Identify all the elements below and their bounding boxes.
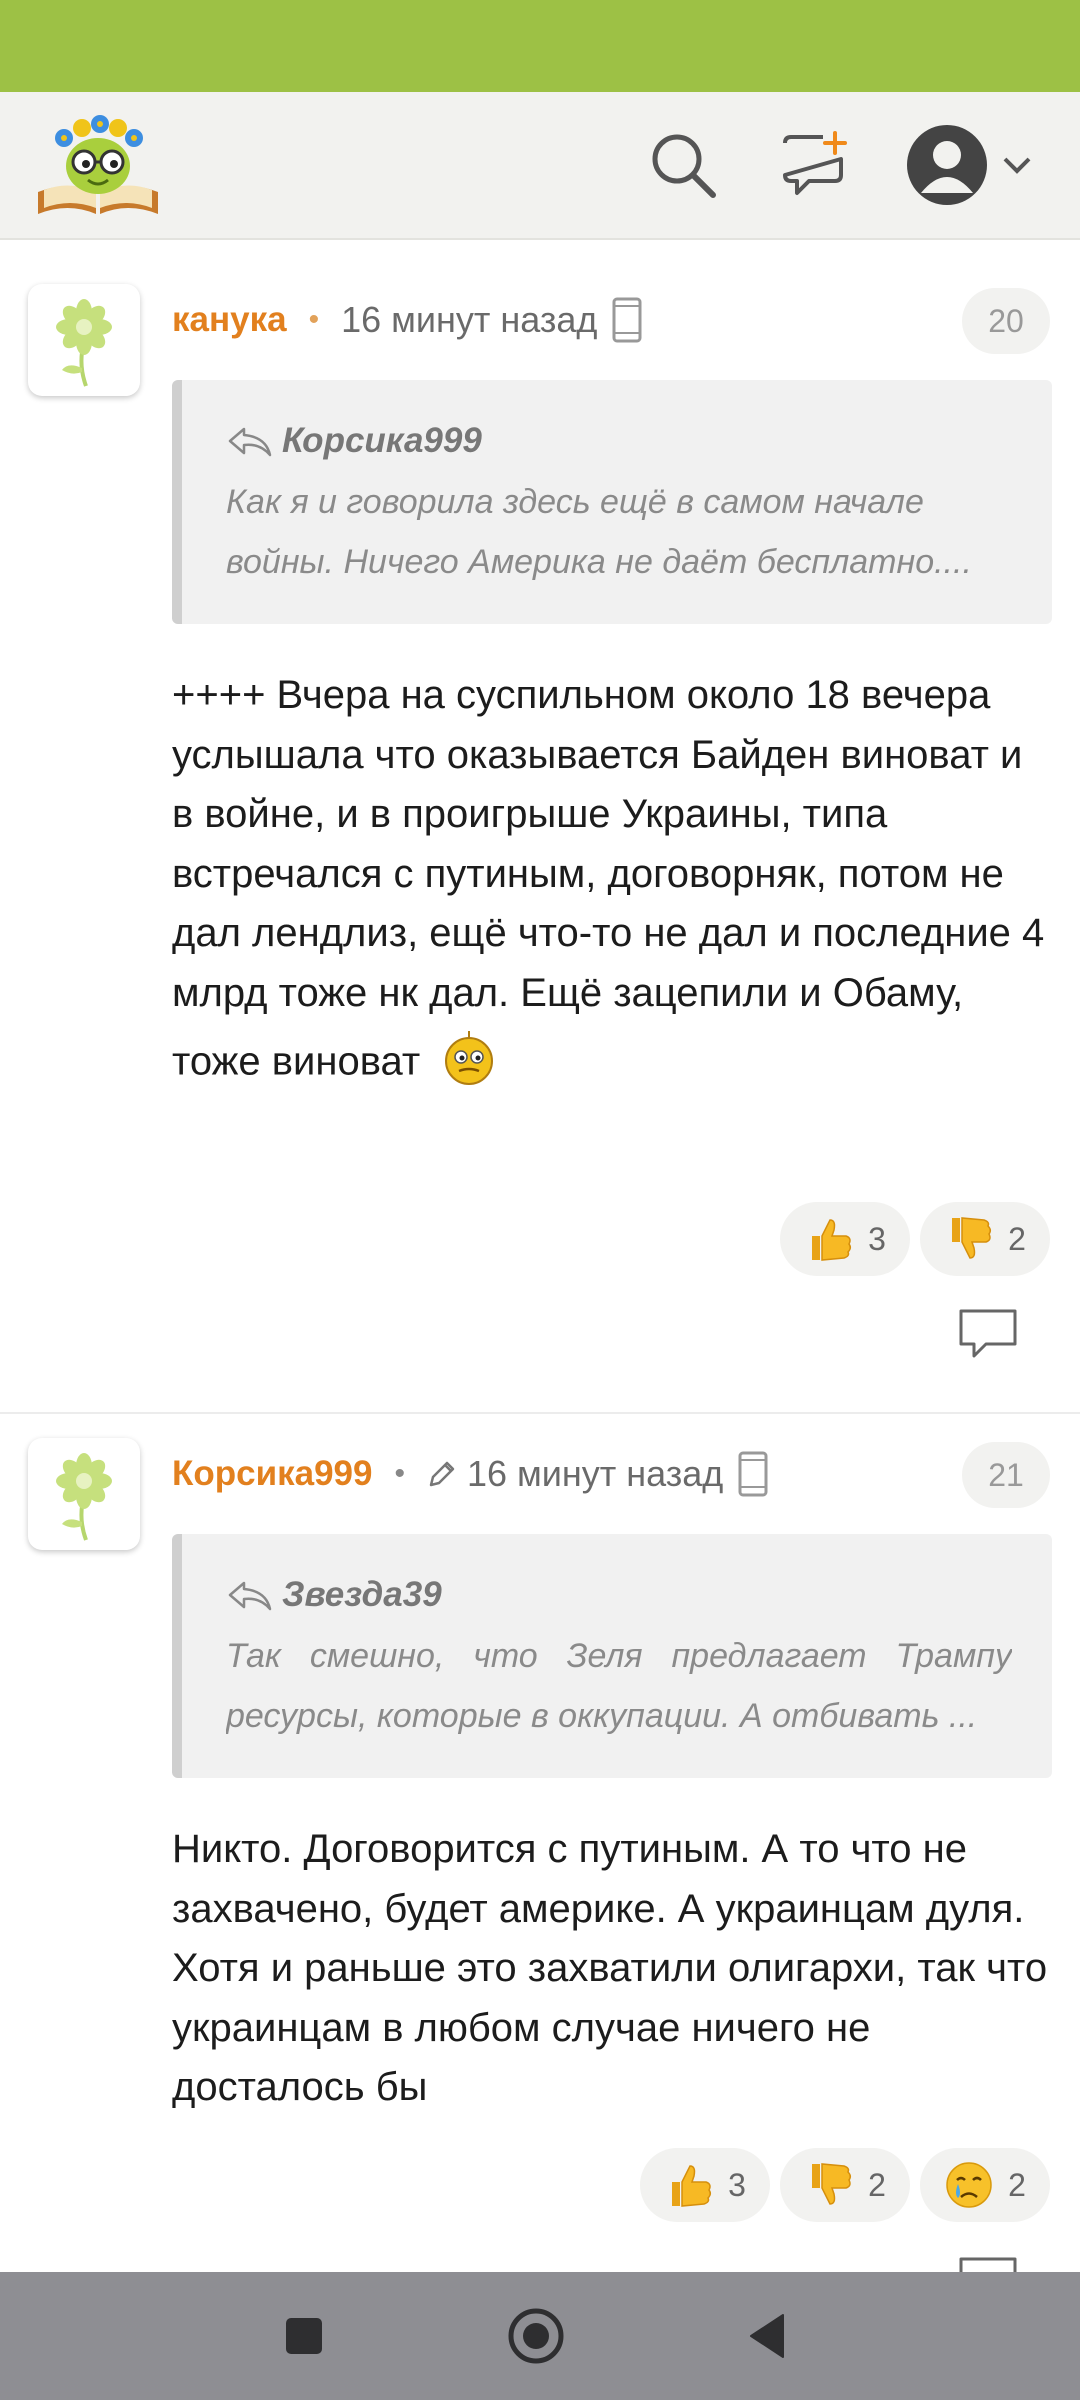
reaction-thumbs-up[interactable]: 3 [780, 1202, 910, 1276]
avatar[interactable] [28, 284, 140, 396]
reaction-crying[interactable]: 2 [920, 2148, 1050, 2222]
crying-face-emoji-icon [946, 2162, 992, 2208]
reaction-count: 2 [868, 2166, 886, 2203]
system-navigation-bar [0, 2272, 1080, 2400]
comment-text: ++++ Вчера на суспильном около 18 вечера… [172, 666, 1052, 1105]
smiley-emoticon-icon [441, 1027, 497, 1105]
new-message-icon [783, 131, 847, 195]
reply-button[interactable] [956, 2254, 1020, 2272]
quote-author-row: Корсика999 [226, 416, 1012, 466]
reaction-thumbs-down[interactable]: 2 [920, 1202, 1050, 1276]
comment-time: 16 минут назад [467, 1453, 724, 1494]
comment-bubble-icon [959, 2257, 1017, 2272]
thumbs-down-emoji-icon [812, 2163, 852, 2205]
comment-text-content: Никто. Договорится с путиным. А то что н… [172, 1827, 1048, 2109]
recent-apps-button[interactable] [262, 2294, 346, 2378]
reactions-bar: 3 2 2 [640, 2148, 1050, 2222]
mobile-device-icon [737, 1450, 769, 1498]
back-button[interactable] [726, 2294, 810, 2378]
avatar[interactable] [28, 1438, 140, 1550]
user-avatar-icon [907, 125, 987, 205]
flower-avatar-icon [56, 299, 112, 387]
comment-number-badge[interactable]: 20 [962, 288, 1050, 354]
comment-meta: канука • 16 минут назад [172, 292, 643, 348]
site-logo[interactable] [34, 110, 162, 222]
quote-author: Корсика999 [282, 421, 482, 460]
comment-meta: Корсика999 • 16 минут назад [172, 1446, 769, 1502]
reaction-thumbs-down[interactable]: 2 [780, 2148, 910, 2222]
separator-dot: • [394, 1457, 405, 1490]
reaction-count: 3 [728, 2166, 746, 2203]
thumbs-down-emoji-icon [952, 1217, 992, 1259]
quoted-comment[interactable]: Звезда39 Так смешно, что Зеля предлагает… [172, 1534, 1052, 1778]
mobile-device-icon [611, 296, 643, 344]
quote-text: Так смешно, что Зеля предлагает Трампу р… [226, 1637, 1012, 1735]
separator-dot: • [308, 303, 320, 336]
search-button[interactable] [640, 122, 726, 208]
reply-arrow-icon [228, 1581, 272, 1611]
quote-author-row: Звезда39 [226, 1570, 1012, 1620]
thumbs-up-emoji-icon [672, 2165, 712, 2207]
comment-divider [0, 1412, 1080, 1414]
reading-flower-logo-icon [38, 115, 158, 214]
square-icon [286, 2318, 322, 2354]
reaction-count: 2 [1008, 1220, 1026, 1257]
profile-menu-button[interactable] [896, 122, 1046, 208]
comment-text: Никто. Договорится с путиным. А то что н… [172, 1820, 1052, 2118]
quote-text: Как я и говорила здесь ещё в самом начал… [226, 483, 972, 581]
edited-pencil-icon [427, 1459, 457, 1489]
home-circle-icon [508, 2308, 564, 2364]
comment-author[interactable]: канука [172, 300, 287, 340]
reaction-count: 3 [868, 1220, 886, 1257]
search-icon [652, 134, 716, 198]
reaction-thumbs-up[interactable]: 3 [640, 2148, 770, 2222]
comment-time: 16 минут назад [341, 299, 598, 340]
reactions-bar: 3 2 [780, 1202, 1050, 1276]
reply-arrow-icon [228, 427, 272, 457]
home-button[interactable] [494, 2294, 578, 2378]
quoted-comment[interactable]: Корсика999 Как я и говорила здесь ещё в … [172, 380, 1052, 624]
quote-author: Звезда39 [282, 1575, 442, 1614]
comment-bubble-icon [959, 1309, 1017, 1358]
chevron-down-icon [1003, 157, 1031, 174]
thumbs-up-emoji-icon [812, 1219, 852, 1261]
status-bar [0, 0, 1080, 92]
comment-author[interactable]: Корсика999 [172, 1454, 372, 1494]
new-post-button[interactable] [772, 122, 858, 208]
app-header [0, 92, 1080, 240]
flower-avatar-icon [56, 1453, 112, 1541]
comment-number-badge[interactable]: 21 [962, 1442, 1050, 1508]
reaction-count: 2 [1008, 2166, 1026, 2203]
reply-button[interactable] [956, 1306, 1020, 1362]
comment-text-content: ++++ Вчера на суспильном около 18 вечера… [172, 673, 1045, 1084]
back-triangle-icon [750, 2314, 784, 2358]
